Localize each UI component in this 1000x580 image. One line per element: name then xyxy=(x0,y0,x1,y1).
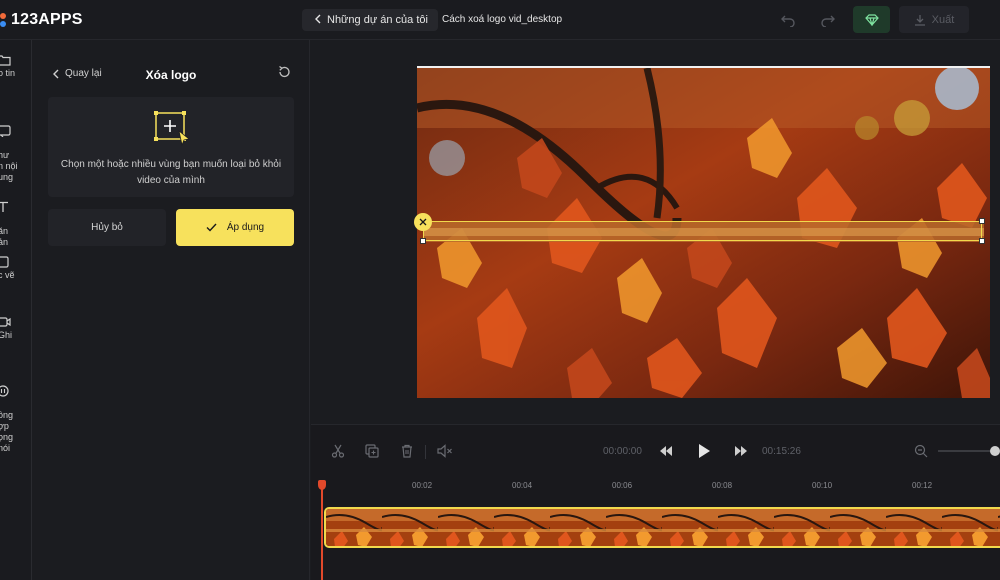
sidebar-item-label: ồng ợp ọng nói xyxy=(0,410,14,453)
ruler-tick-label: 00:06 xyxy=(612,481,633,490)
delete-button[interactable] xyxy=(397,441,417,461)
trash-icon xyxy=(402,444,412,458)
zoom-out-button[interactable] xyxy=(911,441,931,461)
back-to-projects-label: Những dự án của tôi xyxy=(327,14,428,26)
divider xyxy=(425,445,426,459)
voice-icon xyxy=(0,385,9,397)
top-bar: 123APPS Những dự án của tôi Cách xoá log… xyxy=(0,0,1000,40)
diamond-icon xyxy=(864,13,879,26)
record-icon xyxy=(0,317,11,327)
scissors-icon xyxy=(331,444,345,458)
sidebar-item-subtitles[interactable]: hư n nội ung xyxy=(0,114,31,194)
reset-icon xyxy=(279,65,290,78)
project-name[interactable]: Cách xoá logo vid_desktop xyxy=(442,14,562,25)
sidebar-item-label: hư n nội ung xyxy=(0,150,18,182)
ruler-tick-label: 00:04 xyxy=(512,481,533,490)
reset-button[interactable] xyxy=(277,65,291,84)
ruler-tick-label: 00:12 xyxy=(912,481,933,490)
clip-thumbnails xyxy=(326,509,1000,546)
ruler-tick-label: 00:02 xyxy=(412,481,433,490)
chevron-left-icon xyxy=(314,14,321,27)
timeline: 00:00:00 00:15:26 00:02 00:04 00:06 00:0… xyxy=(311,424,1000,580)
back-to-projects-button[interactable]: Những dự án của tôi xyxy=(302,9,438,31)
logo-mark-icon xyxy=(0,13,8,27)
mute-button[interactable] xyxy=(435,441,455,461)
zoom-slider-thumb[interactable] xyxy=(990,446,1000,456)
play-button[interactable] xyxy=(694,441,714,461)
drawing-icon xyxy=(0,256,9,268)
apply-label: Áp dụng xyxy=(226,222,265,233)
fast-forward-icon xyxy=(735,446,747,456)
resize-handle[interactable] xyxy=(979,238,985,244)
close-icon xyxy=(419,218,427,226)
left-sidebar: o tin hư n nội ung ăn ản c vẽ Ghi ồng ợp… xyxy=(0,40,32,580)
cancel-button[interactable]: Hủy bỏ xyxy=(48,209,166,246)
text-icon xyxy=(0,201,8,212)
undo-icon xyxy=(781,15,795,27)
sidebar-item-open-file[interactable]: o tin xyxy=(0,54,31,79)
current-time: 00:00:00 xyxy=(603,446,642,457)
rewind-icon xyxy=(660,446,672,456)
sidebar-item-drawing[interactable]: c vẽ xyxy=(0,256,31,281)
download-icon xyxy=(914,14,925,26)
resize-handle[interactable] xyxy=(979,218,985,224)
hint-text: Chọn một hoặc nhiều vùng bạn muốn loại b… xyxy=(60,159,282,186)
sidebar-item-label: o tin xyxy=(0,68,16,78)
sidebar-item-label: ăn ản xyxy=(0,226,9,247)
total-time: 00:15:26 xyxy=(762,446,801,457)
fast-forward-button[interactable] xyxy=(731,441,751,461)
rewind-button[interactable] xyxy=(656,441,676,461)
duplicate-icon xyxy=(365,444,379,458)
playhead-line xyxy=(321,488,323,580)
undo-button[interactable] xyxy=(776,8,800,32)
sidebar-item-voice[interactable]: ồng ợp ọng nói xyxy=(0,374,31,465)
sidebar-item-label: c vẽ xyxy=(0,270,15,280)
duplicate-button[interactable] xyxy=(362,441,382,461)
subtitle-icon xyxy=(0,125,11,137)
remove-logo-panel: Quay lại Xóa logo Chọn một hoặc nhiều vù… xyxy=(32,40,310,580)
panel-title: Xóa logo xyxy=(145,68,197,82)
mute-icon xyxy=(437,444,452,458)
folder-icon xyxy=(0,55,11,66)
ruler-tick-label: 00:08 xyxy=(712,481,733,490)
brand-name: 123APPS xyxy=(11,11,83,28)
resize-handle[interactable] xyxy=(420,238,426,244)
logo-selection-region[interactable] xyxy=(423,221,982,241)
add-region-icon xyxy=(152,109,192,154)
redo-icon xyxy=(821,15,835,27)
app-logo[interactable]: 123APPS xyxy=(0,10,83,30)
remove-region-button[interactable] xyxy=(414,213,432,231)
play-icon xyxy=(699,444,710,458)
export-label: Xuất xyxy=(931,13,955,26)
zoom-out-icon xyxy=(914,444,928,458)
video-clip-track[interactable] xyxy=(324,507,1000,548)
add-region-hint[interactable]: Chọn một hoặc nhiều vùng bạn muốn loại b… xyxy=(48,97,294,197)
cut-button[interactable] xyxy=(328,441,348,461)
redo-button[interactable] xyxy=(816,8,840,32)
export-button[interactable]: Xuất xyxy=(899,6,969,33)
check-icon xyxy=(206,223,217,232)
sidebar-item-text[interactable]: ăn ản xyxy=(0,190,31,259)
ruler-tick-label: 00:10 xyxy=(812,481,833,490)
premium-button[interactable] xyxy=(853,6,890,33)
sidebar-item-label: Ghi xyxy=(0,330,13,340)
sidebar-item-record[interactable]: Ghi xyxy=(0,316,31,341)
apply-button[interactable]: Áp dụng xyxy=(176,209,294,246)
